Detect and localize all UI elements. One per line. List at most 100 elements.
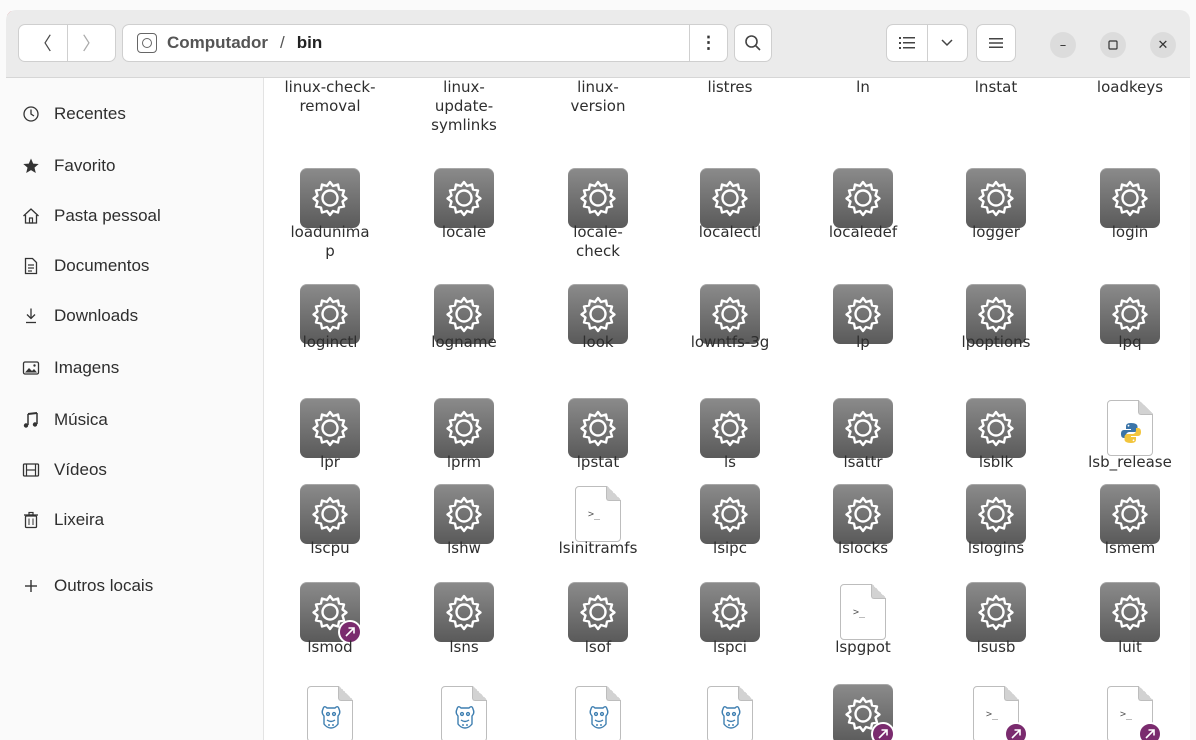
search-button[interactable] — [734, 24, 772, 62]
file-item[interactable]: luit — [1065, 638, 1190, 657]
sidebar-item-downloads[interactable]: Downloads — [20, 300, 138, 332]
file-icon[interactable]: >_ — [568, 484, 628, 544]
file-item[interactable]: lsipc — [665, 539, 795, 558]
file-icon[interactable]: >_ — [1100, 684, 1162, 740]
file-icon[interactable] — [700, 484, 760, 544]
file-icon[interactable]: >_ — [966, 684, 1028, 740]
file-icon[interactable] — [966, 582, 1026, 642]
view-dropdown-button[interactable] — [926, 25, 968, 61]
file-icon[interactable] — [1100, 484, 1160, 544]
sidebar-item-recentes[interactable]: Recentes — [20, 98, 126, 130]
file-item[interactable]: loginctl — [265, 333, 395, 352]
back-button[interactable]: 〈 — [19, 25, 67, 61]
close-button[interactable]: ✕ — [1150, 32, 1176, 58]
file-item[interactable]: lprm — [399, 453, 529, 472]
maximize-button[interactable] — [1100, 32, 1126, 58]
file-icon[interactable] — [1100, 398, 1160, 458]
file-icon[interactable] — [966, 168, 1026, 228]
file-icon[interactable] — [434, 168, 494, 228]
file-icon[interactable] — [568, 684, 628, 740]
file-item[interactable]: lsof — [533, 638, 663, 657]
file-item[interactable]: lpq — [1065, 333, 1190, 352]
breadcrumb-root[interactable]: Computador — [167, 33, 268, 53]
file-icon[interactable] — [966, 398, 1026, 458]
file-icon[interactable] — [966, 484, 1026, 544]
minimize-button[interactable]: – — [1050, 32, 1076, 58]
file-icon[interactable] — [568, 168, 628, 228]
file-icon[interactable] — [700, 582, 760, 642]
file-icon[interactable] — [700, 168, 760, 228]
file-icon[interactable] — [1100, 168, 1160, 228]
file-item[interactable]: lslocks — [798, 539, 928, 558]
file-item[interactable]: linux-check- removal — [265, 78, 395, 116]
file-icon[interactable] — [833, 398, 893, 458]
breadcrumb-current[interactable]: bin — [297, 33, 323, 53]
file-item[interactable]: lsattr — [798, 453, 928, 472]
file-item[interactable]: lnstat — [931, 78, 1061, 97]
file-icon[interactable] — [700, 398, 760, 458]
file-item[interactable]: lshw — [399, 539, 529, 558]
file-item[interactable]: ln — [798, 78, 928, 97]
sidebar-item-favorito[interactable]: Favorito — [20, 150, 115, 182]
sidebar-item-outros-locais[interactable]: Outros locais — [20, 570, 153, 602]
file-icon[interactable] — [568, 582, 628, 642]
file-item[interactable]: lspci — [665, 638, 795, 657]
sidebar-item-lixeira[interactable]: Lixeira — [20, 504, 104, 536]
sidebar-item-imagens[interactable]: Imagens — [20, 352, 119, 384]
sidebar-item-vídeos[interactable]: Vídeos — [20, 454, 107, 486]
path-menu-button[interactable]: ⋮ — [689, 25, 727, 61]
file-item[interactable]: lslogins — [931, 539, 1061, 558]
sidebar-item-pasta-pessoal[interactable]: Pasta pessoal — [20, 200, 161, 232]
list-view-button[interactable] — [887, 25, 927, 61]
file-item[interactable]: lspgpot — [798, 638, 928, 657]
file-item[interactable]: lsmod — [265, 638, 395, 657]
sidebar-item-documentos[interactable]: Documentos — [20, 250, 149, 282]
file-icon[interactable] — [300, 484, 360, 544]
file-item[interactable]: lp — [798, 333, 928, 352]
file-icon[interactable] — [833, 484, 893, 544]
file-item[interactable]: localectl — [665, 223, 795, 242]
forward-button[interactable]: 〉 — [66, 25, 116, 61]
file-item[interactable]: look — [533, 333, 663, 352]
file-item[interactable]: localedef — [798, 223, 928, 242]
file-item[interactable]: login — [1065, 223, 1190, 242]
file-icon[interactable] — [833, 684, 895, 740]
file-item[interactable]: lsmem — [1065, 539, 1190, 558]
file-icon[interactable] — [1100, 582, 1160, 642]
file-icon[interactable] — [568, 398, 628, 458]
file-item[interactable]: lsinitramfs — [533, 539, 663, 558]
file-item[interactable]: lowntfs-3g — [665, 333, 795, 352]
file-icon[interactable] — [300, 168, 360, 228]
file-item[interactable]: lsusb — [931, 638, 1061, 657]
file-icon[interactable] — [300, 684, 360, 740]
file-icon[interactable] — [700, 684, 760, 740]
file-icon[interactable] — [300, 398, 360, 458]
path-bar[interactable]: Computador / bin ⋮ — [122, 24, 728, 62]
file-icon[interactable]: >_ — [833, 582, 893, 642]
file-icon[interactable] — [300, 582, 362, 644]
file-item[interactable]: lpr — [265, 453, 395, 472]
file-item[interactable]: lsns — [399, 638, 529, 657]
file-item[interactable]: lsblk — [931, 453, 1061, 472]
file-item[interactable]: logname — [399, 333, 529, 352]
file-item[interactable]: loadunima p — [265, 223, 395, 261]
sidebar-item-música[interactable]: Música — [20, 404, 108, 436]
file-item[interactable]: lsb_release — [1065, 453, 1190, 472]
file-item[interactable]: loadkeys — [1065, 78, 1190, 97]
file-icon[interactable] — [434, 684, 494, 740]
file-icon[interactable] — [434, 582, 494, 642]
file-icon[interactable] — [434, 398, 494, 458]
main-menu-button[interactable] — [976, 24, 1016, 62]
file-icon[interactable] — [434, 484, 494, 544]
file-item[interactable]: lpstat — [533, 453, 663, 472]
file-item[interactable]: linux- version — [533, 78, 663, 116]
file-item[interactable]: locale — [399, 223, 529, 242]
file-item[interactable]: lpoptions — [931, 333, 1061, 352]
file-item[interactable]: locale- check — [533, 223, 663, 261]
file-icon[interactable] — [833, 168, 893, 228]
file-item[interactable]: linux- update- symlinks — [399, 78, 529, 135]
file-item[interactable]: listres — [665, 78, 795, 97]
file-item[interactable]: ls — [665, 453, 795, 472]
file-item[interactable]: lscpu — [265, 539, 395, 558]
file-item[interactable]: logger — [931, 223, 1061, 242]
